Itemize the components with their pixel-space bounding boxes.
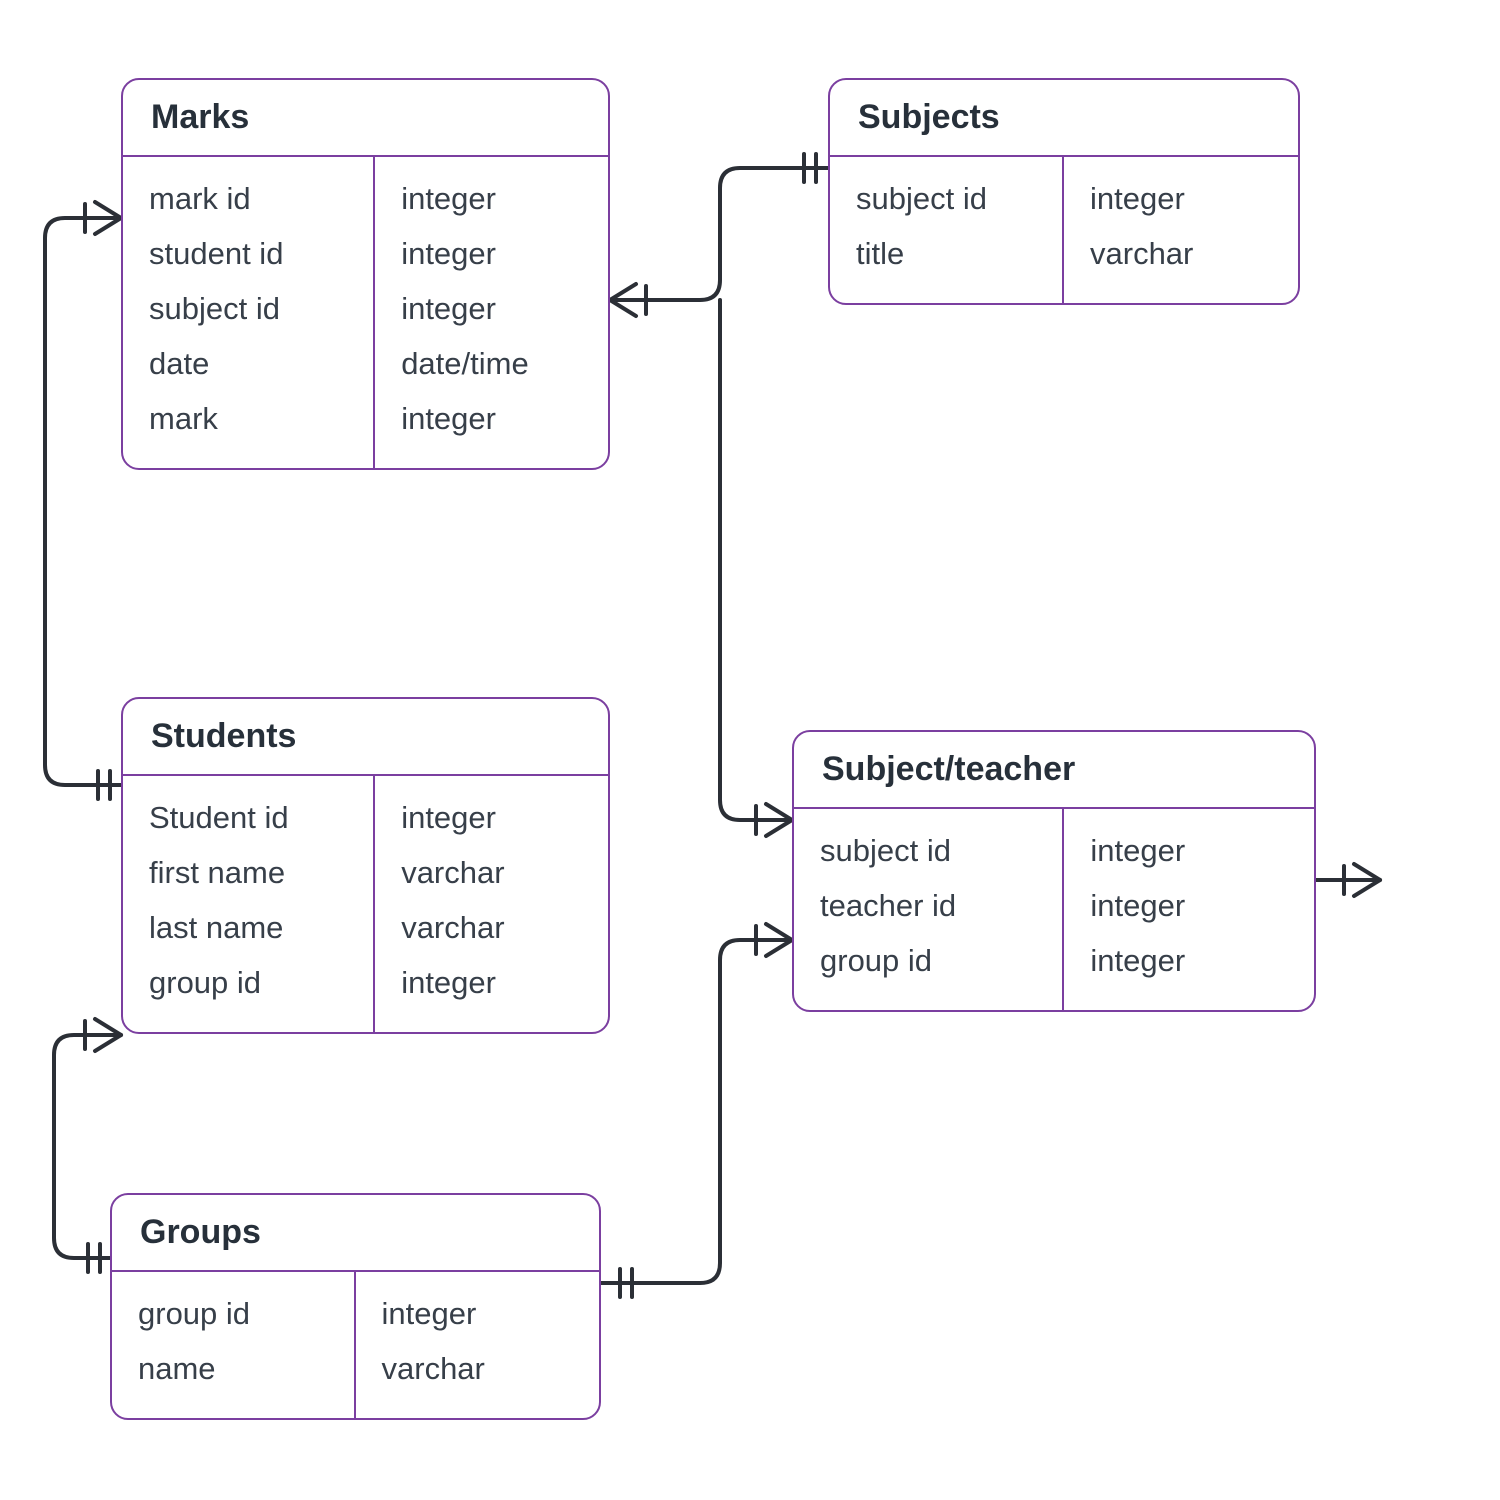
field-name: mark [145,391,351,446]
field-type: date/time [397,336,586,391]
field-name: mark id [145,171,351,226]
field-type: varchar [397,845,586,900]
field-name: teacher id [816,878,1040,933]
field-name: Student id [145,790,351,845]
field-name: last name [145,900,351,955]
field-type: varchar [1086,226,1276,281]
field-name: subject id [852,171,1040,226]
field-type: integer [397,281,586,336]
entity-subject-teacher: Subject/teacher subject id teacher id gr… [792,730,1316,1012]
entity-marks: Marks mark id student id subject id date… [121,78,610,470]
field-name: group id [145,955,351,1010]
field-type: varchar [378,1341,578,1396]
field-type: integer [1086,933,1292,988]
field-type: integer [1086,878,1292,933]
field-name: group id [134,1286,332,1341]
entity-students: Students Student id first name last name… [121,697,610,1034]
field-name: first name [145,845,351,900]
entity-title: Subjects [830,80,1298,157]
field-type: integer [397,955,586,1010]
field-type: integer [1086,823,1292,878]
field-type: integer [397,391,586,446]
field-name: subject id [145,281,351,336]
entity-subjects: Subjects subject id title integer varcha… [828,78,1300,305]
field-type: integer [397,790,586,845]
field-name: title [852,226,1040,281]
field-name: name [134,1341,332,1396]
er-diagram-canvas: Marks mark id student id subject id date… [0,0,1500,1500]
field-name: date [145,336,351,391]
field-type: integer [1086,171,1276,226]
entity-title: Subject/teacher [794,732,1314,809]
field-type: integer [397,171,586,226]
field-type: varchar [397,900,586,955]
entity-title: Marks [123,80,608,157]
field-name: group id [816,933,1040,988]
entity-groups: Groups group id name integer varchar [110,1193,601,1420]
field-name: subject id [816,823,1040,878]
entity-title: Students [123,699,608,776]
entity-title: Groups [112,1195,599,1272]
field-type: integer [378,1286,578,1341]
field-name: student id [145,226,351,281]
field-type: integer [397,226,586,281]
